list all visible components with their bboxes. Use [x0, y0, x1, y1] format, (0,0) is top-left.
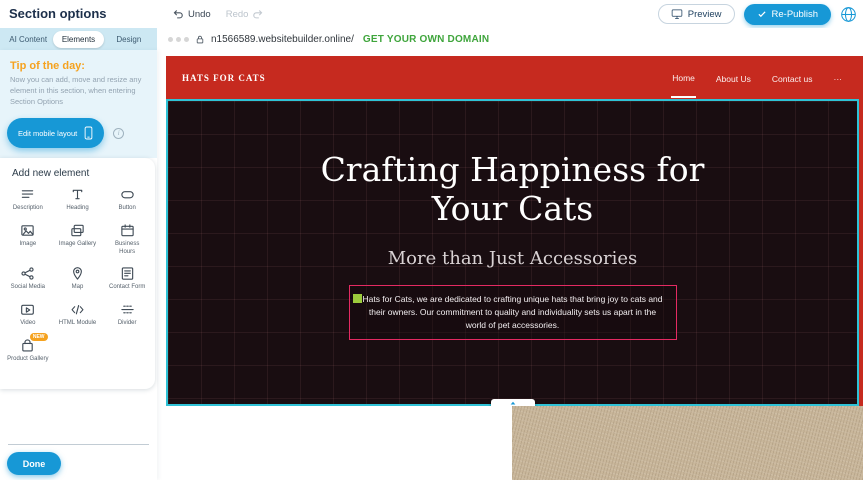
- topbar-actions: Preview Re-Publish: [658, 3, 857, 25]
- element-contact-form[interactable]: Contact Form: [102, 266, 152, 292]
- element-drag-handle[interactable]: [353, 294, 362, 303]
- hero-text-box[interactable]: Hats for Cats, we are dedicated to craft…: [349, 285, 677, 341]
- element-image-gallery[interactable]: Image Gallery: [53, 223, 103, 257]
- language-globe-icon[interactable]: [840, 6, 857, 23]
- divider-icon: [120, 302, 135, 317]
- tab-ai-content[interactable]: AI Content: [3, 31, 53, 48]
- hero-subheading[interactable]: More than Just Accessories: [388, 248, 638, 269]
- description-icon: [20, 187, 35, 202]
- next-section-image[interactable]: [512, 406, 863, 480]
- preview-button[interactable]: Preview: [658, 4, 735, 24]
- element-business-hours[interactable]: Business Hours: [102, 223, 152, 257]
- hero-body-text: Hats for Cats, we are dedicated to craft…: [362, 294, 662, 330]
- hero-heading[interactable]: Crafting Happiness for Your Cats: [321, 151, 705, 229]
- element-divider[interactable]: Divider: [102, 302, 152, 328]
- mobile-phone-icon: [84, 126, 93, 140]
- add-element-title: Add new element: [3, 168, 152, 179]
- element-description[interactable]: Description: [3, 187, 53, 213]
- sidebar: Tip of the day: Now you can add, move an…: [0, 50, 157, 480]
- check-icon: [757, 9, 767, 19]
- element-image[interactable]: Image: [3, 223, 53, 257]
- element-product-gallery[interactable]: NEW Product Gallery: [3, 338, 53, 364]
- element-video[interactable]: Video: [3, 302, 53, 328]
- redo-icon: [252, 9, 264, 20]
- heading-icon: [70, 187, 85, 202]
- element-heading[interactable]: Heading: [53, 187, 103, 213]
- republish-label: Re-Publish: [772, 9, 818, 20]
- redo-button[interactable]: Redo: [216, 9, 265, 20]
- undo-label: Undo: [188, 9, 211, 20]
- nav-contact-us[interactable]: Contact us: [771, 59, 814, 97]
- undo-button[interactable]: Undo: [172, 9, 211, 20]
- site-canvas: HATS FOR CATS Home About Us Contact us ·…: [166, 56, 859, 406]
- site-url: n1566589.websitebuilder.online/: [211, 34, 354, 45]
- new-badge: NEW: [30, 333, 48, 341]
- contact-form-icon: [120, 266, 135, 281]
- site-nav: Home About Us Contact us ···: [671, 58, 843, 98]
- tip-body: Now you can add, move and resize any ele…: [0, 75, 157, 108]
- sidebar-divider: [8, 444, 149, 445]
- edit-mobile-layout-button[interactable]: Edit mobile layout: [7, 118, 104, 148]
- tab-elements[interactable]: Elements: [53, 31, 103, 48]
- topbar: Section options Undo Redo Preview Re-Pub…: [0, 0, 863, 28]
- next-section-left[interactable]: [166, 406, 512, 480]
- image-gallery-icon: [70, 223, 85, 238]
- info-icon[interactable]: i: [113, 128, 124, 139]
- tip-title: Tip of the day:: [0, 50, 157, 75]
- sidebar-tabs: AI Content Elements Design: [0, 28, 157, 50]
- address-bar: n1566589.websitebuilder.online/ GET YOUR…: [157, 28, 863, 50]
- map-icon: [70, 266, 85, 281]
- element-map[interactable]: Map: [53, 266, 103, 292]
- preview-label: Preview: [688, 9, 722, 20]
- republish-button[interactable]: Re-Publish: [744, 4, 831, 25]
- image-icon: [20, 223, 35, 238]
- monitor-icon: [671, 8, 683, 20]
- social-media-icon: [20, 266, 35, 281]
- redo-label: Redo: [226, 9, 249, 20]
- video-icon: [20, 302, 35, 317]
- hero-section[interactable]: Crafting Happiness for Your Cats More th…: [166, 99, 859, 406]
- done-button[interactable]: Done: [7, 452, 61, 475]
- history-controls: Undo Redo: [172, 0, 264, 28]
- tip-section: Tip of the day: Now you can add, move an…: [0, 50, 157, 158]
- nav-about-us[interactable]: About Us: [715, 59, 752, 97]
- add-element-panel: Add new element Description Heading Butt…: [0, 158, 155, 389]
- undo-icon: [172, 9, 184, 20]
- nav-home[interactable]: Home: [671, 58, 696, 98]
- edit-mobile-row: Edit mobile layout i: [7, 118, 124, 148]
- site-logo[interactable]: HATS FOR CATS: [182, 73, 266, 83]
- page-edge-strip: [859, 56, 863, 406]
- elements-grid: Description Heading Button Image Image G…: [3, 187, 152, 364]
- element-html-module[interactable]: HTML Module: [53, 302, 103, 328]
- app-window: Section options Undo Redo Preview Re-Pub…: [0, 0, 863, 480]
- element-button[interactable]: Button: [102, 187, 152, 213]
- business-hours-icon: [120, 223, 135, 238]
- nav-more-icon[interactable]: ···: [833, 59, 844, 97]
- window-dots-icon: [168, 37, 189, 42]
- edit-mobile-label: Edit mobile layout: [18, 129, 77, 138]
- tab-design[interactable]: Design: [104, 31, 154, 48]
- page-title: Section options: [9, 6, 107, 21]
- html-module-icon: [70, 302, 85, 317]
- button-icon: [120, 187, 135, 202]
- lock-icon: [195, 34, 205, 45]
- site-header[interactable]: HATS FOR CATS Home About Us Contact us ·…: [166, 56, 859, 99]
- site-preview: HATS FOR CATS Home About Us Contact us ·…: [166, 56, 863, 480]
- get-domain-link[interactable]: GET YOUR OWN DOMAIN: [363, 34, 489, 45]
- element-social-media[interactable]: Social Media: [3, 266, 53, 292]
